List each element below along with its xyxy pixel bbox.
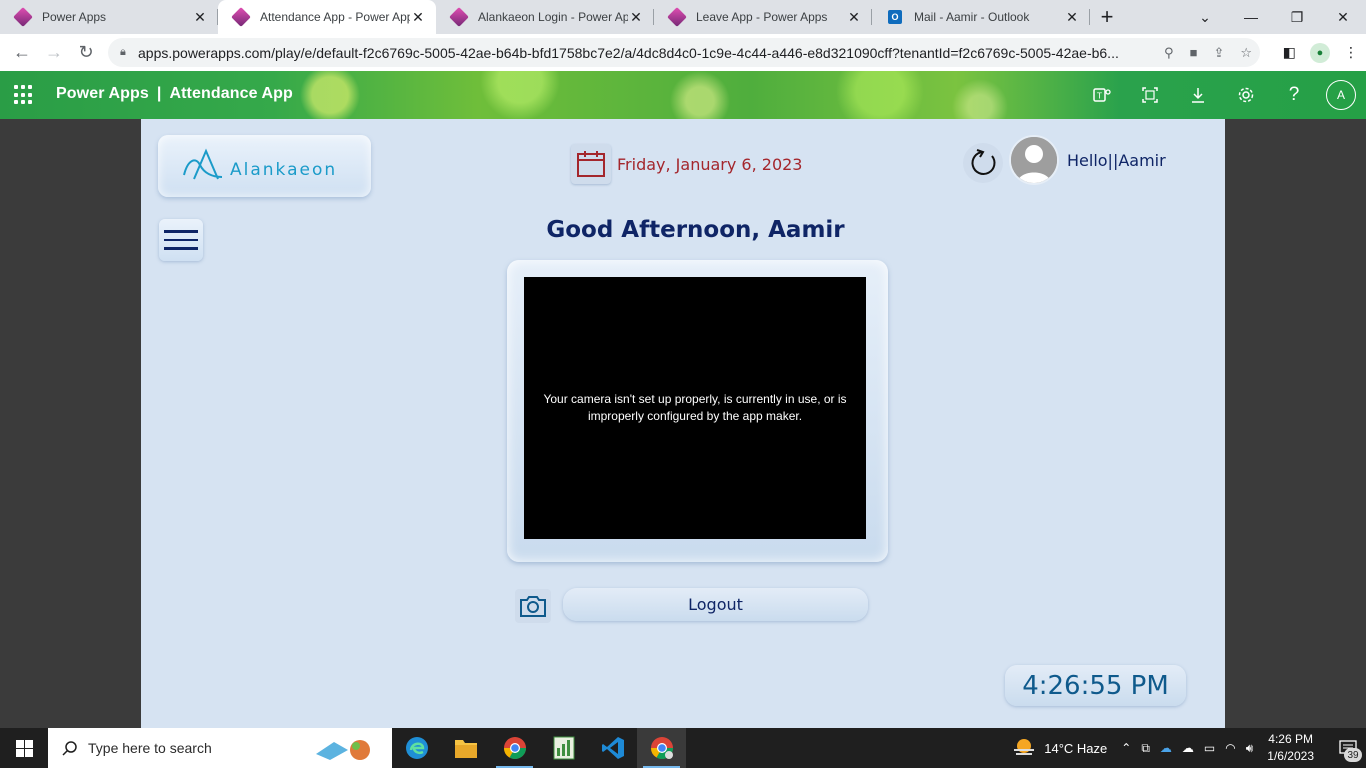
taskbar-spreadsheet-app-icon[interactable] bbox=[539, 728, 588, 768]
browser-tab-strip: Power Apps ✕ Attendance App - Power Apps… bbox=[0, 0, 1366, 34]
weather-text: 14°C Haze bbox=[1044, 740, 1108, 756]
user-avatar[interactable]: A bbox=[1326, 80, 1356, 110]
taskbar-edge-icon[interactable] bbox=[392, 728, 441, 768]
greeting-title: Good Afternoon, Aamir bbox=[546, 217, 845, 243]
app-canvas: Alankaeon Friday, January 6, 2023 Hello|… bbox=[141, 119, 1225, 728]
bookmark-star-icon[interactable]: ☆ bbox=[1240, 45, 1252, 61]
side-panel-icon[interactable]: ◧ bbox=[1283, 44, 1296, 61]
powerapps-icon bbox=[231, 7, 251, 27]
logout-button[interactable]: Logout bbox=[563, 588, 868, 621]
help-icon[interactable]: ? bbox=[1270, 71, 1318, 119]
windows-logo-icon bbox=[15, 739, 33, 757]
close-tab-icon[interactable]: ✕ bbox=[410, 9, 426, 26]
minimize-button[interactable]: — bbox=[1228, 0, 1274, 34]
search-placeholder: Type here to search bbox=[88, 740, 212, 756]
header-title: Power Apps | Attendance App bbox=[56, 85, 293, 103]
taskbar-search[interactable]: Type here to search bbox=[48, 728, 392, 768]
powerapps-icon bbox=[449, 7, 469, 27]
taskbar-chrome-profile-icon[interactable] bbox=[637, 728, 686, 768]
powerapps-icon bbox=[667, 7, 687, 27]
notification-center-icon[interactable]: 39 bbox=[1334, 728, 1362, 768]
system-tray: 14°C Haze ⌃ ⧉ ☁ ☁ ▭ ◠ 🔊︎ 4:26 PM 1/6/202… bbox=[1012, 728, 1366, 768]
svg-text:T: T bbox=[1096, 92, 1102, 101]
browser-menu-icon[interactable]: ⋮ bbox=[1344, 44, 1358, 61]
new-tab-button[interactable]: + bbox=[1090, 0, 1124, 34]
windows-taskbar: Type here to search 14°C Haze ⌃ ⧉ ☁ ☁ ▭ … bbox=[0, 728, 1366, 768]
camera-error-message: Your camera isn't set up properly, is cu… bbox=[543, 392, 847, 423]
user-photo-avatar bbox=[1009, 135, 1059, 185]
tab-title: Mail - Aamir - Outlook bbox=[914, 10, 1030, 24]
url-text[interactable]: apps.powerapps.com/play/e/default-f2c676… bbox=[138, 45, 1138, 61]
reload-icon[interactable]: ↻ bbox=[70, 37, 102, 69]
tab-title: Power Apps bbox=[42, 10, 107, 24]
product-name[interactable]: Power Apps bbox=[56, 85, 149, 102]
settings-gear-icon[interactable] bbox=[1222, 71, 1270, 119]
calendar-icon bbox=[571, 144, 611, 184]
fit-to-window-icon[interactable] bbox=[1126, 71, 1174, 119]
logo-text: Alankaeon bbox=[230, 160, 338, 180]
close-tab-icon[interactable]: ✕ bbox=[628, 9, 644, 26]
lock-icon: 🔒︎ bbox=[120, 46, 126, 58]
teams-icon[interactable]: T bbox=[1078, 71, 1126, 119]
weather-widget[interactable]: 14°C Haze bbox=[1012, 738, 1107, 758]
windows-start-button[interactable] bbox=[0, 728, 48, 768]
browser-tab[interactable]: O Mail - Aamir - Outlook ✕ bbox=[872, 0, 1090, 34]
taskbar-file-explorer-icon[interactable] bbox=[441, 728, 490, 768]
taskbar-time: 4:26 PM bbox=[1268, 732, 1313, 746]
close-window-button[interactable]: ✕ bbox=[1320, 0, 1366, 34]
taskbar-clock[interactable]: 4:26 PM 1/6/2023 bbox=[1267, 731, 1314, 765]
profile-avatar[interactable]: ● bbox=[1310, 42, 1330, 63]
close-tab-icon[interactable]: ✕ bbox=[846, 9, 862, 26]
tab-search-icon[interactable]: ⌄ bbox=[1182, 0, 1228, 34]
app-launcher-icon[interactable] bbox=[14, 85, 34, 105]
digital-clock: 4:26:55 PM bbox=[1005, 665, 1186, 706]
volume-icon[interactable]: 🔊︎ bbox=[1246, 741, 1254, 756]
app-name: Attendance App bbox=[169, 85, 293, 102]
taskbar-vscode-icon[interactable] bbox=[588, 728, 637, 768]
search-icon bbox=[62, 741, 77, 756]
taskbar-date: 1/6/2023 bbox=[1267, 749, 1314, 763]
browser-tab[interactable]: Power Apps ✕ bbox=[0, 0, 218, 34]
camera-blocked-icon[interactable]: ■ bbox=[1190, 45, 1198, 60]
refresh-icon[interactable] bbox=[963, 143, 1003, 183]
location-icon[interactable]: ⚲ bbox=[1164, 45, 1174, 61]
wifi-icon[interactable]: ◠ bbox=[1225, 741, 1235, 755]
share-icon[interactable]: ⇪ bbox=[1213, 45, 1224, 61]
forward-icon[interactable]: → bbox=[38, 37, 70, 69]
powerapps-icon bbox=[13, 7, 33, 27]
header-separator: | bbox=[156, 85, 162, 102]
powerapps-header: Power Apps | Attendance App T ? A bbox=[0, 71, 1366, 119]
close-tab-icon[interactable]: ✕ bbox=[1064, 9, 1080, 26]
tab-title: Leave App - Power Apps bbox=[696, 10, 828, 24]
restore-button[interactable]: ❐ bbox=[1274, 0, 1320, 34]
tab-title: Attendance App - Power Apps bbox=[260, 10, 410, 24]
hello-user-label: Hello||Aamir bbox=[1067, 151, 1166, 170]
search-highlight-icon bbox=[316, 740, 370, 760]
onedrive-icon[interactable]: ☁ bbox=[1160, 741, 1172, 755]
camera-icon bbox=[520, 596, 546, 617]
show-hidden-icons-icon[interactable]: ⌃ bbox=[1121, 741, 1131, 755]
taskbar-chrome-icon[interactable] bbox=[490, 728, 539, 768]
address-bar[interactable]: 🔒︎ apps.powerapps.com/play/e/default-f2c… bbox=[108, 38, 1260, 67]
browser-toolbar: ← → ↻ 🔒︎ apps.powerapps.com/play/e/defau… bbox=[0, 34, 1366, 71]
notification-count-badge: 39 bbox=[1344, 748, 1362, 762]
browser-tab[interactable]: Leave App - Power Apps ✕ bbox=[654, 0, 872, 34]
browser-tab-active[interactable]: Attendance App - Power Apps ✕ bbox=[218, 0, 436, 34]
camera-capture-button[interactable] bbox=[515, 589, 551, 623]
meet-now-icon[interactable]: ⧉ bbox=[1141, 741, 1150, 756]
current-date: Friday, January 6, 2023 bbox=[617, 155, 803, 174]
company-logo: Alankaeon bbox=[158, 135, 371, 197]
haze-weather-icon bbox=[1014, 739, 1035, 755]
camera-preview[interactable]: Your camera isn't set up properly, is cu… bbox=[524, 277, 866, 539]
download-icon[interactable] bbox=[1174, 71, 1222, 119]
tab-title: Alankaeon Login - Power Apps bbox=[478, 10, 628, 24]
camera-frame: Your camera isn't set up properly, is cu… bbox=[507, 260, 888, 562]
browser-tab[interactable]: Alankaeon Login - Power Apps ✕ bbox=[436, 0, 654, 34]
onedrive-personal-icon[interactable]: ☁ bbox=[1182, 741, 1194, 755]
alankaeon-logo-icon bbox=[183, 148, 223, 180]
back-icon[interactable]: ← bbox=[6, 37, 38, 69]
outlook-icon: O bbox=[888, 10, 902, 24]
close-tab-icon[interactable]: ✕ bbox=[192, 9, 208, 26]
battery-icon[interactable]: ▭ bbox=[1204, 741, 1215, 755]
